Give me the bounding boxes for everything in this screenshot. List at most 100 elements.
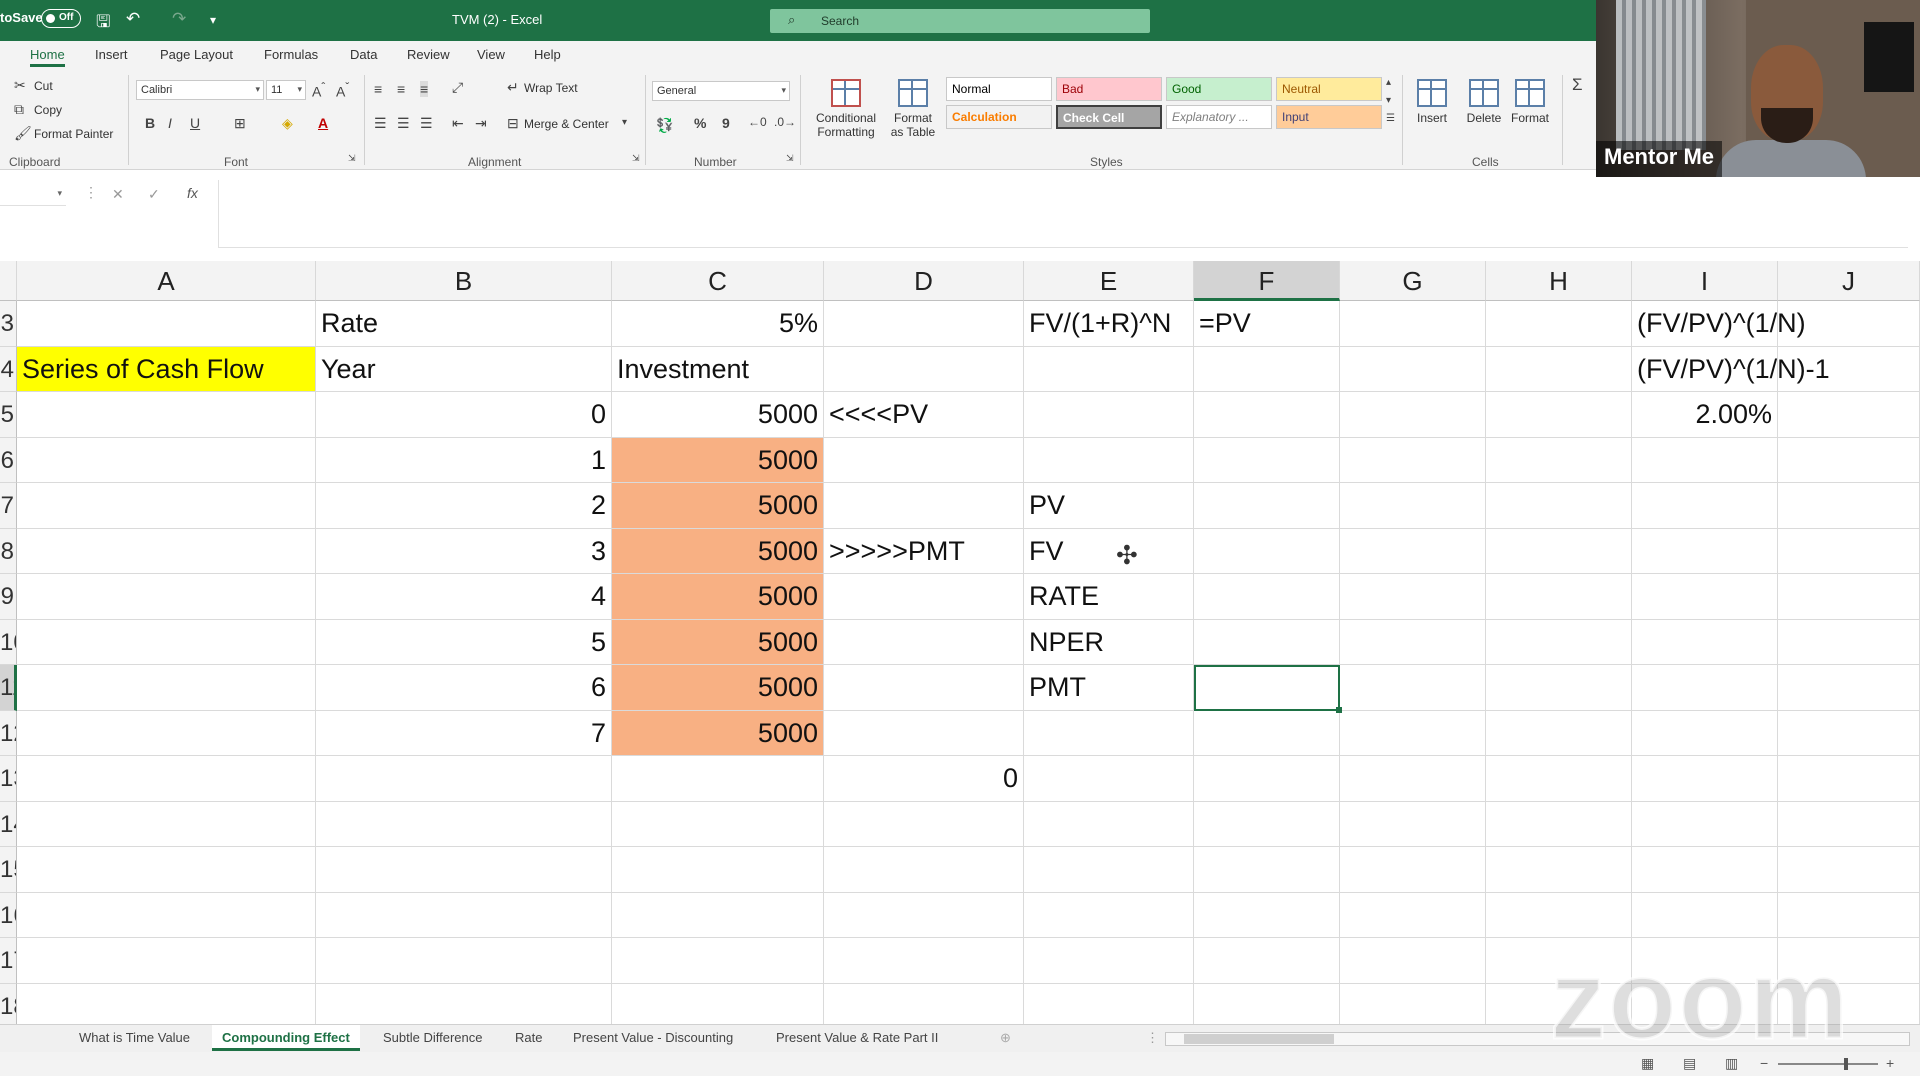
cell-g7[interactable] — [1340, 483, 1486, 529]
cell-e11[interactable]: PMT — [1024, 665, 1194, 711]
cell-a12[interactable] — [17, 710, 316, 756]
accounting-format-icon[interactable]: 💱 — [656, 117, 673, 134]
increase-indent-icon[interactable]: ⇥ — [475, 115, 487, 132]
cell-j14[interactable] — [1778, 801, 1920, 847]
row-header-11[interactable]: 11 — [0, 665, 17, 711]
cell-e17[interactable] — [1024, 938, 1194, 984]
cell-f12[interactable] — [1194, 710, 1340, 756]
cell-d8[interactable]: >>>>>PMT — [824, 528, 1024, 574]
cell-h16[interactable] — [1486, 892, 1632, 938]
cell-h10[interactable] — [1486, 619, 1632, 665]
cell-j15[interactable] — [1778, 847, 1920, 893]
cell-a10[interactable] — [17, 619, 316, 665]
tab-insert[interactable]: Insert — [95, 47, 128, 62]
cell-j11[interactable] — [1778, 665, 1920, 711]
cell-h6[interactable] — [1486, 437, 1632, 483]
cell-d11[interactable] — [824, 665, 1024, 711]
cell-d16[interactable] — [824, 892, 1024, 938]
cell-b18[interactable] — [316, 983, 612, 1029]
cell-c7[interactable]: 5000 — [612, 483, 824, 529]
row-header-3[interactable]: 3 — [0, 301, 17, 347]
fill-color-icon[interactable]: ◈ — [282, 115, 293, 132]
autosave-toggle[interactable]: Off — [41, 9, 81, 28]
cell-e8[interactable]: FV — [1024, 528, 1194, 574]
cell-b8[interactable]: 3 — [316, 528, 612, 574]
cell-g3[interactable] — [1340, 301, 1486, 347]
cell-g15[interactable] — [1340, 847, 1486, 893]
style-check-cell[interactable]: Check Cell — [1056, 105, 1162, 129]
style-input[interactable]: Input — [1276, 105, 1382, 129]
cell-c5[interactable]: 5000 — [612, 392, 824, 438]
cell-j4[interactable] — [1778, 346, 1920, 392]
cell-g10[interactable] — [1340, 619, 1486, 665]
cell-d18[interactable] — [824, 983, 1024, 1029]
decrease-decimal-icon[interactable]: .0→ — [774, 115, 796, 129]
conditional-formatting-button[interactable]: Conditional Formatting — [806, 79, 886, 139]
row-header-18[interactable]: 18 — [0, 983, 17, 1029]
sheet-tab-compounding-effect[interactable]: Compounding Effect — [212, 1025, 360, 1051]
cell-g4[interactable] — [1340, 346, 1486, 392]
cell-c18[interactable] — [612, 983, 824, 1029]
cell-i9[interactable] — [1632, 574, 1778, 620]
tab-view[interactable]: View — [477, 47, 505, 62]
grow-font-icon[interactable]: Aˆ — [312, 81, 325, 100]
row-header-6[interactable]: 6 — [0, 437, 17, 483]
cell-c12[interactable]: 5000 — [612, 710, 824, 756]
cell-j7[interactable] — [1778, 483, 1920, 529]
cell-e10[interactable]: NPER — [1024, 619, 1194, 665]
more-icon[interactable]: ⋮ — [1146, 1030, 1159, 1046]
cell-g17[interactable] — [1340, 938, 1486, 984]
cell-d14[interactable] — [824, 801, 1024, 847]
cell-c13[interactable] — [612, 756, 824, 802]
insert-cells-button[interactable]: Insert — [1412, 79, 1452, 125]
cell-f9[interactable] — [1194, 574, 1340, 620]
cell-b13[interactable] — [316, 756, 612, 802]
cell-a15[interactable] — [17, 847, 316, 893]
undo-icon[interactable]: ↶ — [126, 9, 140, 29]
column-header-g[interactable]: G — [1340, 261, 1486, 301]
cell-j6[interactable] — [1778, 437, 1920, 483]
cell-a11[interactable] — [17, 665, 316, 711]
cell-c6[interactable]: 5000 — [612, 437, 824, 483]
cell-g13[interactable] — [1340, 756, 1486, 802]
column-header-d[interactable]: D — [824, 261, 1024, 301]
cell-c11[interactable]: 5000 — [612, 665, 824, 711]
cell-a16[interactable] — [17, 892, 316, 938]
cell-d12[interactable] — [824, 710, 1024, 756]
cell-f11[interactable] — [1194, 665, 1340, 711]
tab-home[interactable]: Home — [30, 47, 65, 67]
style-neutral[interactable]: Neutral — [1276, 77, 1382, 101]
cell-f6[interactable] — [1194, 437, 1340, 483]
italic-button[interactable]: I — [168, 115, 172, 131]
style-explanatory[interactable]: Explanatory ... — [1166, 105, 1272, 129]
style-normal[interactable]: Normal — [946, 77, 1052, 101]
align-left-icon[interactable]: ☰ — [374, 115, 387, 132]
style-bad[interactable]: Bad — [1056, 77, 1162, 101]
middle-align-icon[interactable]: ≡ — [397, 81, 405, 97]
cell-i11[interactable] — [1632, 665, 1778, 711]
cell-h8[interactable] — [1486, 528, 1632, 574]
styles-scroll-up-icon[interactable]: ▴ — [1386, 77, 1391, 88]
cell-b4[interactable]: Year — [316, 346, 612, 392]
cell-j12[interactable] — [1778, 710, 1920, 756]
search-box[interactable]: ⌕ Search — [770, 9, 1150, 33]
format-painter-button[interactable]: Format Painter — [34, 127, 113, 141]
cell-a7[interactable] — [17, 483, 316, 529]
sheet-tab-subtle-difference[interactable]: Subtle Difference — [383, 1030, 483, 1045]
align-right-icon[interactable]: ☰ — [420, 115, 433, 132]
cell-b17[interactable] — [316, 938, 612, 984]
orientation-icon[interactable]: ⤢ — [452, 79, 463, 96]
cell-f8[interactable] — [1194, 528, 1340, 574]
row-header-4[interactable]: 4 — [0, 346, 17, 392]
cell-j3[interactable] — [1778, 301, 1920, 347]
styles-more-icon[interactable]: ☰ — [1386, 113, 1395, 124]
cut-button[interactable]: Cut — [34, 79, 53, 93]
cell-g18[interactable] — [1340, 983, 1486, 1029]
cell-f3[interactable]: =PV — [1194, 301, 1340, 347]
cell-e16[interactable] — [1024, 892, 1194, 938]
bold-button[interactable]: B — [145, 115, 155, 131]
row-header-5[interactable]: 5 — [0, 392, 17, 438]
cell-g11[interactable] — [1340, 665, 1486, 711]
cell-f15[interactable] — [1194, 847, 1340, 893]
cell-i10[interactable] — [1632, 619, 1778, 665]
